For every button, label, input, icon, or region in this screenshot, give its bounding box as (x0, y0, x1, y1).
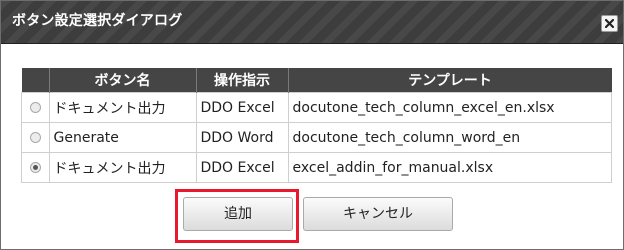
close-icon (605, 19, 614, 28)
row-radio[interactable] (29, 162, 41, 173)
cell-template: docutone_tech_column_excel_en.xlsx (287, 92, 612, 123)
add-button[interactable]: 追加 (183, 197, 293, 231)
table-row[interactable]: ドキュメント出力 DDO Excel docutone_tech_column_… (21, 92, 612, 123)
row-radio-cell[interactable] (21, 122, 50, 153)
table-row[interactable]: Generate DDO Word docutone_tech_column_w… (21, 122, 612, 153)
cancel-button[interactable]: キャンセル (303, 197, 453, 231)
table-row[interactable]: ドキュメント出力 DDO Excel excel_addin_for_manua… (21, 152, 612, 183)
header-button-name: ボタン名 (48, 68, 196, 93)
cell-button-name: ドキュメント出力 (48, 152, 197, 183)
close-button[interactable] (601, 15, 618, 32)
row-radio[interactable] (29, 132, 41, 143)
cell-button-name: ドキュメント出力 (48, 92, 197, 123)
dialog-title: ボタン設定選択ダイアログ (12, 13, 183, 29)
cell-instruction: DDO Excel (195, 92, 289, 123)
cell-template: docutone_tech_column_word_en (287, 122, 612, 153)
cell-instruction: DDO Excel (195, 152, 289, 183)
header-template: テンプレート (287, 68, 612, 93)
header-radio-column (21, 68, 49, 93)
header-instruction: 操作指示 (195, 68, 288, 93)
button-settings-table: ボタン名 操作指示 テンプレート ドキュメント出力 DDO Excel docu… (21, 68, 612, 183)
dialog-titlebar[interactable]: ボタン設定選択ダイアログ (1, 1, 623, 44)
button-settings-dialog: ボタン設定選択ダイアログ ボタン名 操作指示 テンプレート ドキュメント出力 D… (0, 0, 624, 250)
row-radio-cell[interactable] (21, 152, 50, 183)
table-header-row: ボタン名 操作指示 テンプレート (21, 68, 612, 93)
cell-button-name: Generate (48, 122, 197, 153)
row-radio-cell[interactable] (21, 92, 50, 123)
row-radio[interactable] (29, 102, 41, 113)
cell-template: excel_addin_for_manual.xlsx (287, 152, 612, 183)
cell-instruction: DDO Word (195, 122, 289, 153)
